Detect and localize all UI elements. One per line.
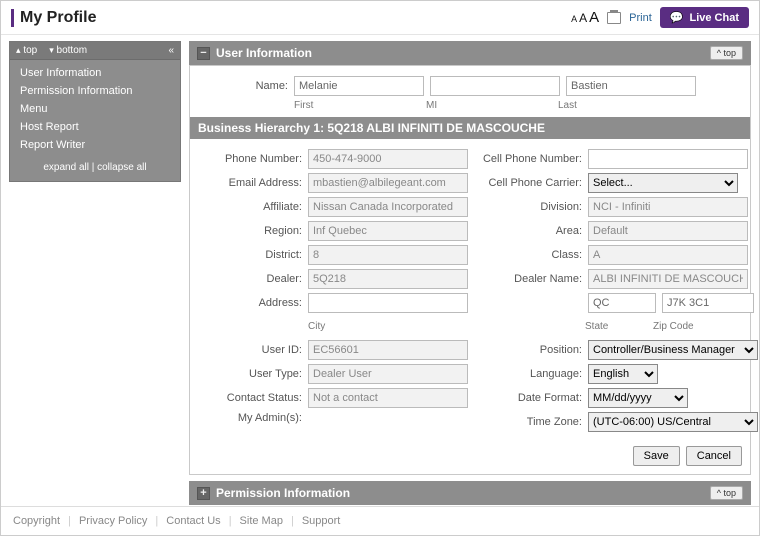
cellcarrier-label: Cell Phone Carrier: (478, 177, 582, 189)
font-size-small[interactable]: A (571, 14, 577, 24)
last-name-input[interactable] (566, 76, 696, 96)
page-title: My Profile (11, 9, 96, 27)
timezone-select[interactable]: (UTC-06:00) US/Central (588, 412, 758, 432)
name-label: Name: (198, 80, 288, 92)
contact-label: Contact Status: (198, 392, 302, 404)
last-sublabel: Last (558, 100, 684, 111)
chevron-up-icon: ▴ (16, 45, 21, 55)
expand-toggle-icon[interactable]: + (197, 487, 210, 500)
back-to-top-button[interactable]: ^ top (710, 486, 743, 500)
state-sublabel: State (585, 321, 647, 332)
address-zip-input[interactable] (662, 293, 754, 313)
sidebar-item-menu[interactable]: Menu (10, 100, 180, 118)
region-label: Region: (198, 225, 302, 237)
dateformat-label: Date Format: (478, 392, 582, 404)
section-title: User Information (216, 46, 312, 60)
email-input (308, 173, 468, 193)
usertype-label: User Type: (198, 368, 302, 380)
footer-sitemap[interactable]: Site Map (240, 515, 283, 527)
dealername-input (588, 269, 748, 289)
division-input (588, 197, 748, 217)
myadmins-label: My Admin(s): (198, 412, 302, 424)
print-link[interactable]: Print (629, 12, 652, 24)
address-label: Address: (198, 297, 302, 309)
footer-privacy[interactable]: Privacy Policy (79, 515, 147, 527)
district-input (308, 245, 468, 265)
region-input (308, 221, 468, 241)
sidebar-top-label: top (23, 45, 37, 56)
sidebar-bottom-link[interactable]: ▾ bottom (49, 45, 87, 56)
live-chat-label: Live Chat (689, 12, 739, 24)
sidebar-bottom-label: bottom (57, 45, 88, 56)
collapse-toggle-icon[interactable]: − (197, 47, 210, 60)
class-input (588, 245, 748, 265)
phone-input (308, 149, 468, 169)
dealername-label: Dealer Name: (478, 273, 582, 285)
language-select[interactable]: English (588, 364, 658, 384)
mi-sublabel: MI (426, 100, 552, 111)
contact-input (308, 388, 468, 408)
cellcarrier-select[interactable]: Select... (588, 173, 738, 193)
sidebar-item-user-information[interactable]: User Information (10, 64, 180, 82)
cellnum-label: Cell Phone Number: (478, 153, 582, 165)
sidebar: ▴ top ▾ bottom « User Information Permis… (9, 41, 181, 182)
dealer-input (308, 269, 468, 289)
footer-contact[interactable]: Contact Us (166, 515, 220, 527)
font-size-switcher[interactable]: A A A (571, 9, 599, 26)
userid-label: User ID: (198, 344, 302, 356)
print-icon (607, 12, 621, 24)
first-sublabel: First (294, 100, 420, 111)
chevron-down-icon: ▾ (49, 45, 54, 55)
chat-bubble-icon: 💬 (670, 11, 684, 24)
collapse-all-link[interactable]: collapse all (97, 162, 146, 173)
dealer-label: Dealer: (198, 273, 302, 285)
affiliate-input (308, 197, 468, 217)
affiliate-label: Affiliate: (198, 201, 302, 213)
class-label: Class: (478, 249, 582, 261)
sidebar-item-host-report[interactable]: Host Report (10, 118, 180, 136)
sidebar-collapse-icon[interactable]: « (168, 45, 174, 56)
position-select[interactable]: Controller/Business Manager (588, 340, 758, 360)
city-sublabel: City (308, 321, 458, 332)
usertype-input (308, 364, 468, 384)
sidebar-top-link[interactable]: ▴ top (16, 45, 37, 56)
first-name-input[interactable] (294, 76, 424, 96)
userid-input (308, 340, 468, 360)
area-input (588, 221, 748, 241)
cancel-button[interactable]: Cancel (686, 446, 742, 466)
live-chat-button[interactable]: 💬 Live Chat (660, 7, 749, 28)
footer-support[interactable]: Support (302, 515, 341, 527)
section-header-permission-info: + Permission Information ^ top (189, 481, 751, 505)
section-header-user-info: − User Information ^ top (189, 41, 751, 65)
expand-all-link[interactable]: expand all (43, 162, 89, 173)
division-label: Division: (478, 201, 582, 213)
language-label: Language: (478, 368, 582, 380)
font-size-medium[interactable]: A (579, 11, 587, 25)
back-to-top-button[interactable]: ^ top (710, 46, 743, 60)
address-city-input[interactable] (308, 293, 468, 313)
middle-initial-input[interactable] (430, 76, 560, 96)
save-button[interactable]: Save (633, 446, 680, 466)
dateformat-select[interactable]: MM/dd/yyyy (588, 388, 688, 408)
phone-label: Phone Number: (198, 153, 302, 165)
timezone-label: Time Zone: (478, 416, 582, 428)
footer-copyright[interactable]: Copyright (13, 515, 60, 527)
section-title: Permission Information (216, 486, 350, 500)
address-state-input[interactable] (588, 293, 656, 313)
font-size-large[interactable]: A (589, 9, 599, 26)
zip-sublabel: Zip Code (653, 321, 694, 332)
sidebar-item-permission-information[interactable]: Permission Information (10, 82, 180, 100)
area-label: Area: (478, 225, 582, 237)
email-label: Email Address: (198, 177, 302, 189)
sidebar-item-report-writer[interactable]: Report Writer (10, 136, 180, 154)
footer: Copyright| Privacy Policy| Contact Us| S… (1, 506, 759, 535)
district-label: District: (198, 249, 302, 261)
cellnum-input[interactable] (588, 149, 748, 169)
position-label: Position: (478, 344, 582, 356)
business-hierarchy-header: Business Hierarchy 1: 5Q218 ALBI INFINIT… (190, 117, 750, 139)
